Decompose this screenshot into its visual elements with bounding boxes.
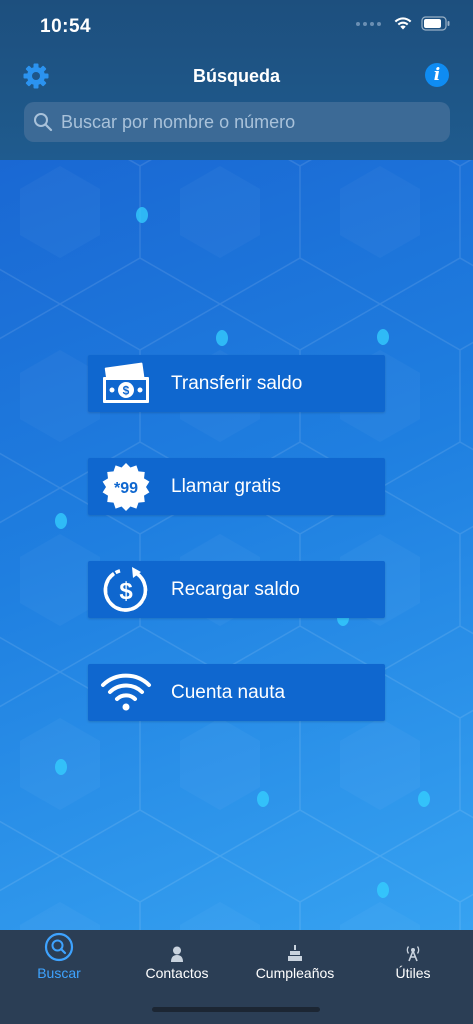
home-indicator xyxy=(152,1007,320,1012)
action-label: Transferir saldo xyxy=(171,372,303,394)
tab-buscar[interactable]: Buscar xyxy=(0,930,118,990)
free-call-button[interactable]: *99 Llamar gratis xyxy=(88,458,385,515)
wifi-status-icon xyxy=(394,17,412,30)
tab-contactos[interactable]: Contactos xyxy=(118,930,236,990)
nav-bar: Búsqueda i xyxy=(0,58,473,94)
search-icon xyxy=(34,113,53,132)
money-transfer-icon: $ xyxy=(94,355,158,412)
action-label: Llamar gratis xyxy=(171,475,281,497)
tab-label: Contactos xyxy=(145,965,209,981)
search-input[interactable] xyxy=(59,103,450,141)
antenna-icon xyxy=(406,946,420,962)
battery-icon xyxy=(421,16,450,31)
transfer-balance-button[interactable]: $ Transferir saldo xyxy=(88,355,385,412)
info-button[interactable]: i xyxy=(425,63,449,87)
info-icon: i xyxy=(433,65,441,85)
tab-utiles[interactable]: Útiles xyxy=(354,930,472,990)
search-bar[interactable] xyxy=(24,102,450,142)
hexagon-pattern-background xyxy=(0,160,473,930)
nauta-account-button[interactable]: Cuenta nauta xyxy=(88,664,385,721)
cake-icon xyxy=(288,945,302,961)
wifi-icon xyxy=(94,664,158,721)
main-content: $ Transferir saldo *99 Llamar gratis $ R… xyxy=(0,160,473,930)
tab-label: Buscar xyxy=(37,965,81,981)
recharge-balance-button[interactable]: $ Recargar saldo xyxy=(88,561,385,618)
svg-text:$: $ xyxy=(119,578,133,605)
tab-label: Útiles xyxy=(395,965,431,981)
star99-icon: *99 xyxy=(94,458,158,515)
action-label: Recargar saldo xyxy=(171,578,300,600)
header: 10:54 Búsqueda i Buscar por nombre o núm… xyxy=(0,0,473,160)
star99-label: *99 xyxy=(114,480,138,497)
search-icon xyxy=(44,932,74,962)
svg-text:$: $ xyxy=(123,383,130,397)
signal-icon xyxy=(356,21,381,26)
page-title: Búsqueda xyxy=(192,66,280,86)
person-icon xyxy=(171,946,183,962)
tab-cumpleanos[interactable]: Cumpleaños xyxy=(236,930,354,990)
status-icons xyxy=(356,16,451,31)
tab-label: Cumpleaños xyxy=(255,965,335,981)
status-time: 10:54 xyxy=(40,16,92,37)
action-label: Cuenta nauta xyxy=(171,681,286,703)
recharge-icon: $ xyxy=(94,561,158,618)
